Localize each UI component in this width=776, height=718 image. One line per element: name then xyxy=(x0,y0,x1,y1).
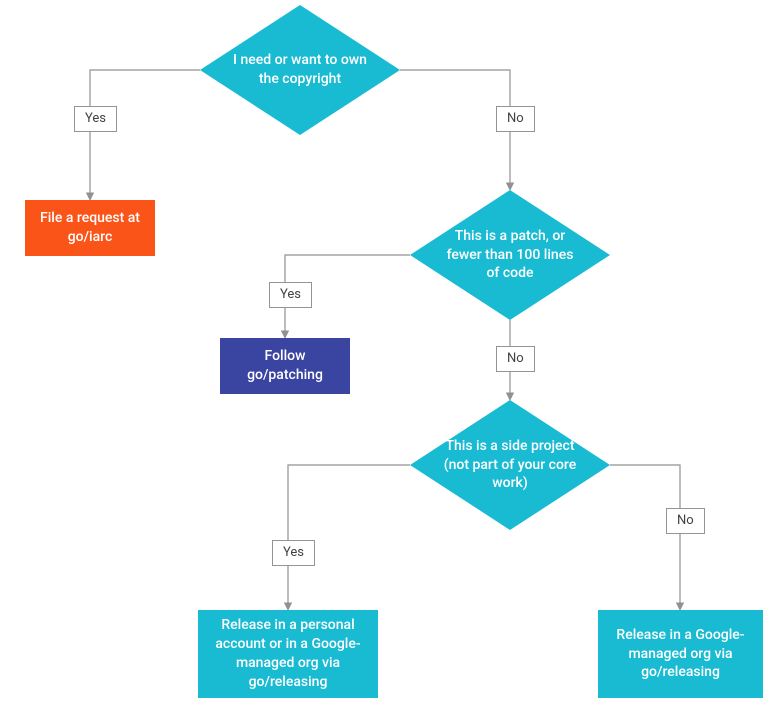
edge-label-d1-no: No xyxy=(496,106,535,132)
decision-side-project-text: This is a side project (not part of your… xyxy=(440,437,580,494)
edge-label-d2-no: No xyxy=(496,346,535,372)
edge-label-d2-yes: Yes xyxy=(269,282,312,308)
edge-d1-no xyxy=(400,70,510,190)
edge-d3-yes xyxy=(288,465,410,610)
edge-label-d1-yes: Yes xyxy=(74,106,117,132)
flowchart: I need or want to own the copyright Yes … xyxy=(0,0,776,718)
result-patching-text: Follow go/patching xyxy=(228,347,342,385)
edge-d1-yes xyxy=(90,70,200,200)
edge-label-d3-no: No xyxy=(666,508,705,534)
decision-copyright: I need or want to own the copyright xyxy=(200,5,400,135)
result-managed-release: Release in a Google-managed org via go/r… xyxy=(598,610,763,698)
decision-patch: This is a patch, or fewer than 100 lines… xyxy=(410,190,610,320)
edge-label-d3-yes: Yes xyxy=(272,540,315,566)
edge-d3-no xyxy=(610,465,680,610)
result-file-iarc: File a request at go/iarc xyxy=(25,200,155,256)
result-managed-release-text: Release in a Google-managed org via go/r… xyxy=(606,626,755,683)
decision-patch-text: This is a patch, or fewer than 100 lines… xyxy=(440,227,580,284)
result-file-iarc-text: File a request at go/iarc xyxy=(33,209,147,247)
result-patching: Follow go/patching xyxy=(220,338,350,394)
result-personal-release-text: Release in a personal account or in a Go… xyxy=(206,616,370,692)
result-personal-release: Release in a personal account or in a Go… xyxy=(198,610,378,698)
decision-copyright-text: I need or want to own the copyright xyxy=(230,51,370,89)
decision-side-project: This is a side project (not part of your… xyxy=(410,400,610,530)
